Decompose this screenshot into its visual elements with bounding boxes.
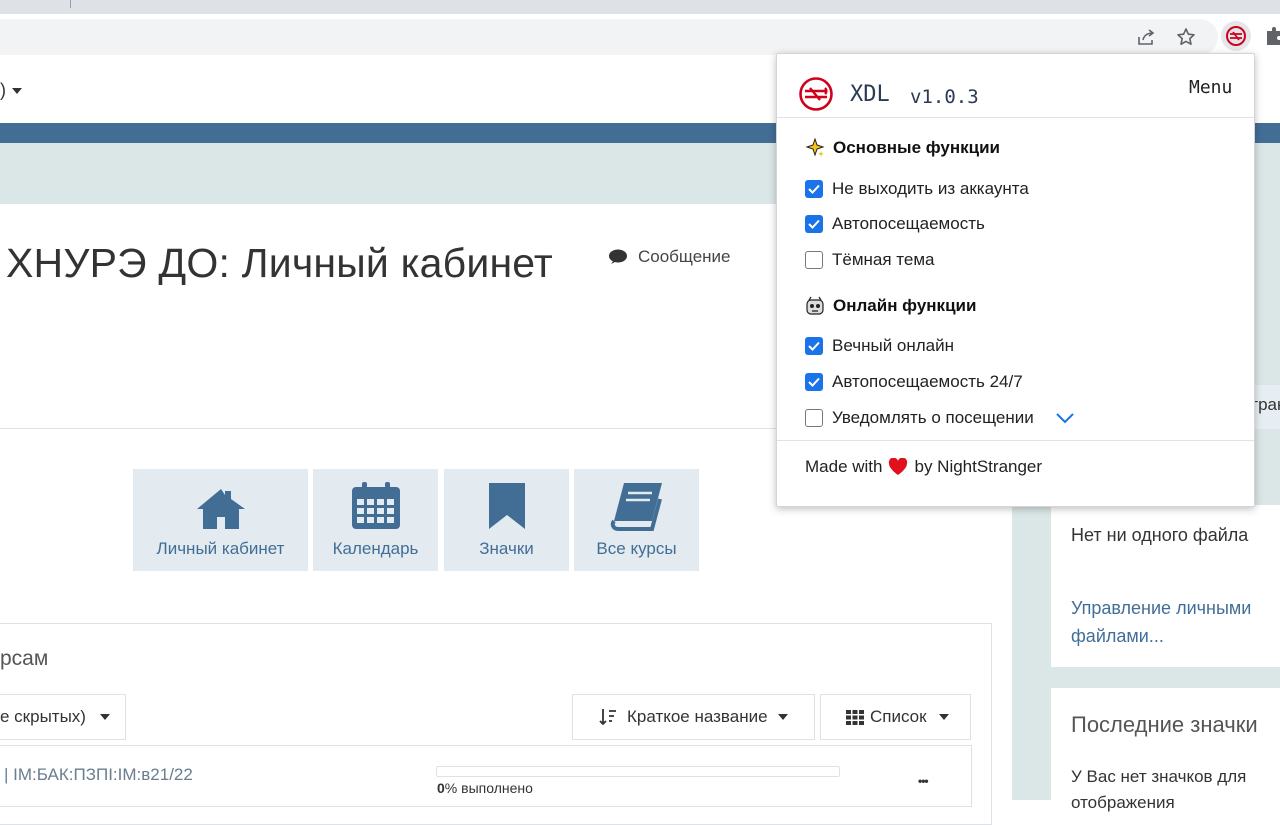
- progress-bar: [436, 766, 840, 777]
- chevron-down-icon: [938, 714, 949, 720]
- option-label: Автопосещаемость 24/7: [832, 372, 1023, 391]
- progress-value: 0: [437, 780, 445, 796]
- more-actions-icon[interactable]: •••: [918, 774, 929, 788]
- option-notify-attendance[interactable]: Уведомлять о посещении: [805, 408, 1075, 428]
- filter-dropdown[interactable]: е скрытых): [0, 694, 126, 740]
- page-title: ХНУРЭ ДО: Личный кабинет: [6, 240, 553, 286]
- progress-text: 0% выполнено: [437, 780, 533, 796]
- view-label: Список: [870, 707, 927, 726]
- tile-label: Личный кабинет: [156, 539, 285, 558]
- course-overview-title: рсам: [0, 647, 49, 670]
- address-bar[interactable]: [0, 19, 1218, 55]
- check-icon: [808, 377, 820, 387]
- sort-label: Краткое название: [627, 707, 768, 726]
- menu-button[interactable]: Menu: [1189, 77, 1232, 98]
- option-eternal-online[interactable]: Вечный онлайн: [805, 336, 954, 356]
- heart-icon: [889, 458, 908, 475]
- user-menu-label: ): [0, 80, 6, 100]
- section-basic: Основные функции: [805, 138, 1000, 158]
- message-button-label: Сообщение: [638, 247, 731, 266]
- sort-dropdown[interactable]: Краткое название: [572, 694, 815, 740]
- star-icon[interactable]: [1174, 25, 1198, 49]
- section-basic-title: Основные функции: [833, 138, 1000, 157]
- tile-label: Все курсы: [596, 539, 677, 558]
- chevron-down-icon: [99, 714, 110, 720]
- section-online: Онлайн функции: [805, 296, 976, 316]
- option-auto-attendance-247[interactable]: Автопосещаемость 24/7: [805, 372, 1023, 392]
- xdl-popup: XDL v1.0.3 Menu Основные функции Не выхо…: [776, 53, 1255, 507]
- badges-empty-text: У Вас нет значков для отображения: [1071, 767, 1247, 812]
- check-icon: [808, 219, 820, 229]
- badges-title: Последние значки: [1071, 712, 1258, 737]
- option-stay-logged-in[interactable]: Не выходить из аккаунта: [805, 179, 1029, 199]
- checkbox-checked[interactable]: [805, 180, 823, 198]
- option-label: Уведомлять о посещении: [832, 408, 1034, 427]
- chevron-down-icon[interactable]: [1055, 412, 1075, 424]
- section-online-title: Онлайн функции: [833, 296, 977, 315]
- sparkles-icon: [805, 138, 825, 157]
- check-icon: [808, 184, 820, 194]
- calendar-icon: [351, 482, 400, 529]
- option-label: Не выходить из аккаунта: [832, 179, 1029, 198]
- made-with-text: Made with: [805, 457, 883, 476]
- course-name[interactable]: | ІМ:БАК:ПЗПІ:ІМ:в21/22: [4, 765, 193, 785]
- popup-footer-divider: [777, 440, 1254, 441]
- checkbox-unchecked[interactable]: [805, 409, 823, 427]
- check-icon: [808, 341, 820, 351]
- tile-dashboard[interactable]: Личный кабинет: [133, 469, 308, 571]
- view-dropdown[interactable]: Список: [820, 694, 971, 740]
- sort-icon: [599, 709, 616, 726]
- files-empty-text: Нет ни одного файла: [1071, 525, 1249, 545]
- author-text: by NightStranger: [914, 457, 1043, 476]
- app-version: v1.0.3: [910, 86, 979, 108]
- list-icon: [846, 709, 864, 725]
- option-dark-theme[interactable]: Тёмная тема: [805, 250, 935, 270]
- option-label: Вечный онлайн: [832, 336, 955, 355]
- tile-label: Значки: [479, 539, 534, 558]
- option-auto-attendance[interactable]: Автопосещаемость: [805, 214, 985, 234]
- robot-face-icon: [806, 296, 824, 315]
- tile-all-courses[interactable]: Все курсы: [574, 469, 699, 571]
- chevron-down-icon: [777, 714, 788, 720]
- checkbox-checked[interactable]: [805, 373, 823, 391]
- manage-files-link[interactable]: Управление личными файлами...: [1071, 594, 1271, 650]
- xdl-extension-icon[interactable]: [1221, 21, 1251, 51]
- home-icon: [196, 489, 245, 529]
- option-label: Тёмная тема: [832, 250, 935, 269]
- xdl-logo-icon: [798, 76, 834, 117]
- message-button[interactable]: Сообщение: [608, 247, 731, 267]
- checkbox-unchecked[interactable]: [805, 251, 823, 269]
- option-label: Автопосещаемость: [832, 214, 985, 233]
- chevron-down-icon: [12, 87, 22, 94]
- user-menu[interactable]: ): [0, 80, 22, 101]
- tab-strip: [0, 0, 1280, 14]
- checkbox-checked[interactable]: [805, 215, 823, 233]
- tab-separator: [70, 0, 71, 8]
- book-icon: [610, 483, 662, 531]
- puzzle-icon[interactable]: [1262, 24, 1280, 48]
- chat-bubble-icon: [609, 249, 627, 264]
- footer-credit: Made with by NightStranger: [805, 457, 1042, 477]
- filter-label: е скрытых): [0, 707, 86, 726]
- popup-header: [777, 54, 1254, 118]
- tile-badges[interactable]: Значки: [444, 469, 569, 571]
- tile-label: Календарь: [332, 539, 419, 558]
- app-name: XDL: [850, 82, 890, 107]
- progress-suffix: % выполнено: [444, 780, 533, 796]
- share-icon[interactable]: [1134, 25, 1158, 49]
- tile-calendar[interactable]: Календарь: [313, 469, 438, 571]
- bookmark-icon: [488, 483, 525, 529]
- checkbox-checked[interactable]: [805, 337, 823, 355]
